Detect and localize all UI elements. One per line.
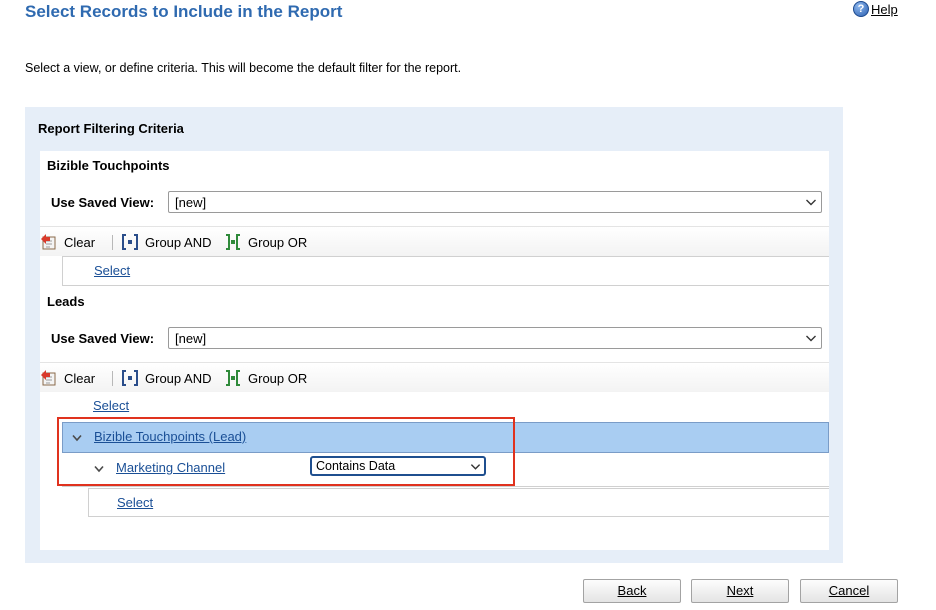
- help-icon: ?: [853, 1, 869, 17]
- group-or-button[interactable]: Group OR: [224, 233, 307, 251]
- clear-icon: [41, 234, 56, 250]
- select-row-bizible: Select: [62, 256, 829, 286]
- cancel-label: Cancel: [828, 583, 870, 598]
- condition-field-link[interactable]: Marketing Channel: [116, 460, 225, 475]
- cancel-button[interactable]: Cancel: [800, 579, 898, 603]
- group-and-icon: [122, 234, 138, 250]
- back-label: Back: [617, 583, 647, 598]
- group-and-label: Group AND: [145, 370, 212, 386]
- clear-button[interactable]: Clear: [40, 233, 95, 251]
- select-link-leads[interactable]: Select: [93, 398, 129, 413]
- clear-label: Clear: [64, 370, 96, 386]
- chevron-down-icon[interactable]: [94, 465, 104, 473]
- page-title: Select Records to Include in the Report: [25, 2, 343, 21]
- toolbar-separator: [112, 371, 113, 386]
- group-and-button[interactable]: Group AND: [121, 369, 211, 387]
- next-label: Next: [726, 583, 754, 598]
- operator-select[interactable]: Contains Data: [310, 456, 486, 476]
- help-label: Help: [871, 1, 898, 17]
- group-and-label: Group AND: [145, 234, 212, 250]
- saved-view-value: [new]: [175, 195, 207, 210]
- toolbar-separator: [112, 235, 113, 250]
- criteria-toolbar-leads: Clear Group AND Group OR: [40, 362, 829, 392]
- saved-view-select-leads[interactable]: [new]: [168, 327, 822, 349]
- clear-button[interactable]: Clear: [40, 369, 95, 387]
- report-filtering-panel: Report Filtering Criteria Bizible Touchp…: [25, 107, 843, 563]
- saved-view-label: Use Saved View:: [51, 331, 155, 346]
- operator-value: Contains Data: [316, 459, 396, 473]
- instruction-text: Select a view, or define criteria. This …: [25, 61, 462, 75]
- select-row-related: Select: [88, 488, 829, 517]
- select-row-leads: Select: [62, 392, 829, 422]
- chevron-down-icon[interactable]: [72, 434, 82, 442]
- clear-label: Clear: [64, 234, 96, 250]
- saved-view-value: [new]: [175, 331, 207, 346]
- group-or-label: Group OR: [248, 370, 308, 386]
- group-or-label: Group OR: [248, 234, 308, 250]
- related-group-row[interactable]: Bizible Touchpoints (Lead): [62, 422, 829, 453]
- group-or-icon: [226, 370, 240, 386]
- chevron-down-icon: [806, 335, 816, 342]
- chevron-down-icon: [470, 464, 481, 470]
- chevron-down-icon: [806, 199, 816, 206]
- saved-view-label: Use Saved View:: [51, 195, 155, 210]
- back-button[interactable]: Back: [583, 579, 681, 603]
- group-or-button[interactable]: Group OR: [224, 369, 307, 387]
- help-link[interactable]: ? Help: [853, 1, 898, 17]
- select-link-related[interactable]: Select: [117, 495, 153, 510]
- group-and-button[interactable]: Group AND: [121, 233, 211, 251]
- panel-title: Report Filtering Criteria: [38, 121, 184, 136]
- saved-view-select-bizible[interactable]: [new]: [168, 191, 822, 213]
- group-or-icon: [226, 234, 240, 250]
- entity-title-leads: Leads: [47, 294, 85, 309]
- clear-icon: [41, 370, 56, 386]
- select-link-bizible[interactable]: Select: [94, 263, 130, 278]
- group-and-icon: [122, 370, 138, 386]
- condition-row: Marketing Channel Contains Data: [62, 453, 829, 487]
- entity-title-bizible-touchpoints: Bizible Touchpoints: [47, 158, 170, 173]
- criteria-container: Bizible Touchpoints Use Saved View: [new…: [40, 151, 829, 550]
- criteria-toolbar-bizible: Clear Group AND Group OR: [40, 226, 829, 256]
- next-button[interactable]: Next: [691, 579, 789, 603]
- related-group-link[interactable]: Bizible Touchpoints (Lead): [94, 429, 246, 444]
